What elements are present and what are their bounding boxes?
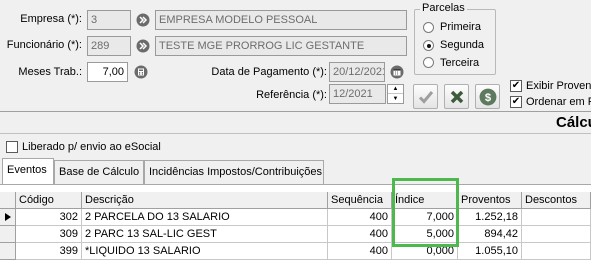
- table-cell-proventos[interactable]: 894,42: [458, 226, 522, 243]
- table-cell-sequencia[interactable]: 400: [328, 209, 392, 226]
- table-cell-codigo[interactable]: 309: [16, 226, 82, 243]
- row-indicator: [0, 226, 16, 243]
- column-header-sequencia[interactable]: Sequência: [328, 192, 392, 209]
- calculator-button[interactable]: [131, 62, 151, 82]
- empresa-code-field[interactable]: 3: [87, 10, 131, 30]
- empresa-lookup-button[interactable]: [133, 10, 153, 30]
- table-cell-codigo[interactable]: 302: [16, 209, 82, 226]
- funcionario-label: Funcionário (*):: [6, 39, 82, 51]
- tab-base-calculo[interactable]: Base de Cálculo: [54, 160, 144, 184]
- calendar-icon: [390, 65, 404, 79]
- money-icon: $: [479, 88, 496, 105]
- column-header-descontos[interactable]: Descontos: [522, 192, 591, 209]
- liberado-checkbox[interactable]: [6, 141, 18, 153]
- table-cell-descricao[interactable]: 2 PARC 13 SAL-LIC GEST: [82, 226, 328, 243]
- radio-terceira-label: Terceira: [440, 57, 480, 69]
- table-cell-proventos[interactable]: 1.252,18: [458, 209, 522, 226]
- spinner-up-icon[interactable]: ▲: [388, 85, 403, 94]
- check-icon: [418, 90, 433, 104]
- column-header-descricao[interactable]: Descrição: [82, 192, 328, 209]
- radio-segunda-label: Segunda: [440, 39, 485, 51]
- data-pagamento-label: Data de Pagamento (*):: [211, 66, 327, 78]
- close-icon: [450, 90, 463, 103]
- cancel-button[interactable]: [444, 84, 469, 109]
- referencia-field[interactable]: 12/2021: [329, 84, 386, 104]
- calculator-icon: [134, 65, 148, 79]
- table-cell-sequencia[interactable]: 400: [328, 226, 392, 243]
- table-cell-codigo[interactable]: 399: [16, 243, 82, 260]
- indice-highlight-box: [392, 178, 459, 247]
- referencia-spinner[interactable]: ▲ ▼: [387, 84, 404, 104]
- row-indicator-header: [0, 192, 16, 209]
- liberado-label: Liberado p/ envio ao eSocial: [22, 141, 161, 153]
- column-header-codigo[interactable]: Código: [16, 192, 82, 209]
- empresa-label: Empresa (*):: [20, 13, 82, 25]
- events-grid: Código Descrição Sequência Índice Proven…: [0, 184, 591, 264]
- empresa-name-field: EMPRESA MODELO PESSOAL: [155, 10, 407, 30]
- parcelas-title: Parcelas: [420, 2, 467, 14]
- table-cell-proventos[interactable]: 1.055,10: [458, 243, 522, 260]
- tab-eventos[interactable]: Eventos: [2, 158, 54, 184]
- header-panel: Empresa (*): 3 EMPRESA MODELO PESSOAL Fu…: [0, 0, 591, 112]
- exibir-proventos-label: Exibir Provent: [526, 80, 591, 92]
- current-row-arrow-icon: [5, 213, 11, 221]
- funcionario-lookup-button[interactable]: [133, 36, 153, 56]
- radio-primeira-label: Primeira: [440, 21, 481, 33]
- exibir-proventos-checkbox[interactable]: ✔: [510, 80, 522, 92]
- date-picker-button[interactable]: [387, 62, 407, 82]
- row-indicator: [0, 209, 16, 226]
- funcionario-code-field[interactable]: 289: [87, 36, 131, 56]
- table-cell-descricao[interactable]: 2 PARCELA DO 13 SALARIO: [82, 209, 328, 226]
- table-cell-descricao[interactable]: *LIQUIDO 13 SALARIO: [82, 243, 328, 260]
- spinner-down-icon[interactable]: ▼: [388, 94, 403, 103]
- confirm-button[interactable]: [413, 84, 438, 109]
- referencia-label: Referência (*):: [256, 89, 327, 101]
- radio-segunda[interactable]: [423, 40, 434, 51]
- calculate-button[interactable]: $: [475, 84, 500, 109]
- radio-primeira[interactable]: [423, 22, 434, 33]
- lookup-icon: [136, 39, 150, 53]
- table-cell-descontos[interactable]: [522, 226, 591, 243]
- table-cell-sequencia[interactable]: 400: [328, 243, 392, 260]
- ordenar-checkbox[interactable]: ✔: [510, 96, 522, 108]
- ordenar-label: Ordenar em P: [526, 96, 591, 108]
- meses-trab-label: Meses Trab.:: [18, 66, 82, 78]
- radio-terceira[interactable]: [423, 57, 434, 68]
- table-cell-descontos[interactable]: [522, 209, 591, 226]
- tab-incidencias[interactable]: Incidências Impostos/Contribuições: [144, 160, 324, 184]
- lookup-icon: [136, 13, 150, 27]
- calc-title: Cálcu: [556, 114, 591, 131]
- meses-trab-field[interactable]: 7,00: [87, 62, 128, 82]
- title-strip: Cálcu: [0, 112, 591, 134]
- table-cell-descontos[interactable]: [522, 243, 591, 260]
- funcionario-name-field: TESTE MGE PRORROG LIC GESTANTE: [155, 36, 407, 56]
- svg-text:$: $: [484, 91, 491, 103]
- row-indicator: [0, 243, 16, 260]
- data-pagamento-field[interactable]: 20/12/2021: [329, 62, 385, 82]
- column-header-proventos[interactable]: Proventos: [458, 192, 522, 209]
